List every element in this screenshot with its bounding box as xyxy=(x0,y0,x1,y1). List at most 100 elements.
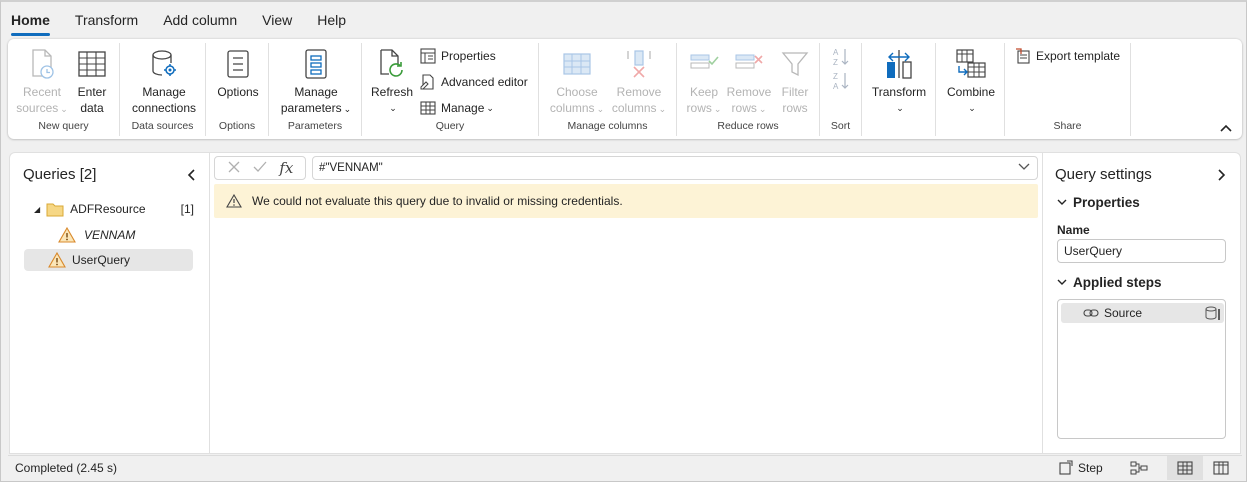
chevron-down-icon: ⌄ xyxy=(658,104,667,114)
recent-sources-label-2: sources xyxy=(16,101,59,115)
group-sort: AZ ZA Sort xyxy=(820,43,862,136)
transform-icon xyxy=(882,47,916,81)
table-icon xyxy=(75,47,109,81)
chevron-down-icon: ⌄ xyxy=(968,103,976,113)
remove-columns-label-1: Remove xyxy=(616,85,662,99)
group-reduce-rows: Keep rows ⌄ Remove rows ⌄ Filter rows Redu… xyxy=(677,43,820,136)
manage-parameters-button[interactable]: Manage parameters ⌄ xyxy=(275,47,357,117)
options-icon xyxy=(221,47,255,81)
group-label-manage-columns: Manage columns xyxy=(567,120,648,132)
filter-rows-label-2: rows xyxy=(782,101,808,115)
step-icon xyxy=(1059,460,1073,475)
keep-rows-button[interactable]: Keep rows ⌄ xyxy=(683,47,725,117)
choose-columns-icon xyxy=(560,47,594,81)
transform-button[interactable]: Transform ⌄ xyxy=(866,47,932,116)
chevron-down-icon: ⌄ xyxy=(596,104,605,114)
tab-view[interactable]: View xyxy=(262,2,292,36)
sort-descending-button[interactable]: ZA xyxy=(832,71,850,91)
collapse-queries-icon[interactable] xyxy=(187,169,195,184)
advanced-editor-button[interactable]: Advanced editor xyxy=(420,74,528,90)
remove-rows-icon xyxy=(732,47,766,81)
tab-transform[interactable]: Transform xyxy=(75,2,138,36)
group-label-query: Query xyxy=(435,120,465,132)
manage-connections-label-2: connections xyxy=(131,101,197,115)
recent-sources-icon xyxy=(25,47,59,81)
applied-steps-header[interactable]: Applied steps xyxy=(1057,275,1162,290)
query-item-userquery[interactable]: UserQuery xyxy=(24,249,193,271)
step-view-button[interactable]: Step xyxy=(1058,456,1103,480)
schema-view-icon xyxy=(1213,461,1229,475)
warning-icon xyxy=(58,227,76,243)
remove-rows-label-2: rows xyxy=(731,101,757,115)
manage-button[interactable]: Manage ⌄ xyxy=(420,100,494,116)
ribbon: Recent sources ⌄ Enter data New query Man… xyxy=(8,39,1242,139)
choose-columns-button[interactable]: Choose columns ⌄ xyxy=(547,47,607,117)
tab-help[interactable]: Help xyxy=(317,2,346,36)
diagram-view-button[interactable] xyxy=(1128,456,1150,480)
credentials-warning: We could not evaluate this query due to … xyxy=(214,184,1038,218)
folder-name: ADFResource xyxy=(70,202,146,216)
export-template-icon xyxy=(1015,48,1031,64)
manage-parameters-label-1: Manage xyxy=(294,85,338,99)
commit-formula-icon[interactable] xyxy=(252,160,268,177)
chevron-down-icon: ⌄ xyxy=(486,102,494,113)
advanced-editor-label: Advanced editor xyxy=(441,75,528,89)
remove-columns-label-2: columns xyxy=(611,101,657,115)
enter-data-button[interactable]: Enter data xyxy=(70,47,114,116)
folder-adfresource[interactable]: ◢ ADFResource [1] xyxy=(34,198,194,220)
filter-icon xyxy=(778,47,812,81)
query-name: VENNAM xyxy=(84,228,136,242)
group-parameters: Manage parameters ⌄ Parameters xyxy=(269,43,362,136)
chevron-down-icon xyxy=(1057,199,1067,205)
manage-parameters-label-2: parameters xyxy=(280,101,342,115)
folder-icon xyxy=(46,202,64,217)
sort-ascending-button[interactable]: AZ xyxy=(832,47,850,67)
recent-sources-button[interactable]: Recent sources ⌄ xyxy=(16,47,68,117)
options-button[interactable]: Options xyxy=(212,47,264,100)
properties-label: Properties xyxy=(441,49,496,63)
export-template-button[interactable]: Export template xyxy=(1015,48,1120,64)
group-label-data-sources: Data sources xyxy=(131,120,194,132)
refresh-button[interactable]: Refresh ⌄ xyxy=(368,47,416,116)
step-label: Step xyxy=(1078,461,1103,475)
properties-section-header[interactable]: Properties xyxy=(1057,195,1140,210)
function-icon[interactable]: fx xyxy=(279,159,293,177)
keep-rows-label-2: rows xyxy=(686,101,712,115)
remove-rows-button[interactable]: Remove rows ⌄ xyxy=(727,47,771,117)
query-settings-panel: Query settings Properties Name Applied s… xyxy=(1043,152,1241,454)
formula-input[interactable] xyxy=(312,156,1038,180)
tab-add-column[interactable]: Add column xyxy=(163,2,237,36)
step-source[interactable]: Source xyxy=(1061,303,1224,323)
ribbon-tabs: Home Transform Add column View Help xyxy=(1,2,1246,36)
parameters-icon xyxy=(299,47,333,81)
filter-rows-button[interactable]: Filter rows xyxy=(775,47,815,116)
cancel-formula-icon[interactable] xyxy=(227,160,241,177)
sort-descending-icon: ZA xyxy=(833,72,849,91)
chevron-down-icon: ⌄ xyxy=(896,103,904,113)
expand-formula-icon[interactable] xyxy=(1018,160,1030,174)
collapse-ribbon-icon[interactable] xyxy=(1220,119,1232,135)
grid-view-button[interactable] xyxy=(1167,456,1203,480)
chevron-down-icon: ⌄ xyxy=(713,104,722,114)
group-label-share: Share xyxy=(1053,120,1082,132)
properties-button[interactable]: Properties xyxy=(420,48,496,64)
svg-text:Z: Z xyxy=(833,58,838,67)
schema-view-button[interactable] xyxy=(1210,456,1232,480)
query-name-field[interactable] xyxy=(1057,239,1226,263)
advanced-editor-icon xyxy=(420,74,436,90)
tab-home[interactable]: Home xyxy=(11,2,50,36)
properties-header-label: Properties xyxy=(1073,195,1140,210)
query-item-vennam[interactable]: VENNAM xyxy=(58,224,188,246)
collapse-settings-icon[interactable] xyxy=(1218,169,1226,184)
chevron-down-icon xyxy=(1057,279,1067,285)
properties-icon xyxy=(420,48,436,64)
link-icon xyxy=(1083,308,1099,318)
combine-button[interactable]: Combine ⌄ xyxy=(940,47,1002,116)
manage-connections-button[interactable]: Manage connections xyxy=(126,47,202,116)
step-settings-icon[interactable] xyxy=(1204,305,1220,321)
database-gear-icon xyxy=(147,47,181,81)
app-window: Home Transform Add column View Help Rece… xyxy=(0,0,1247,482)
group-transform: Transform ⌄ xyxy=(862,43,936,136)
remove-columns-button[interactable]: Remove columns ⌄ xyxy=(609,47,669,117)
manage-label: Manage xyxy=(441,101,485,115)
